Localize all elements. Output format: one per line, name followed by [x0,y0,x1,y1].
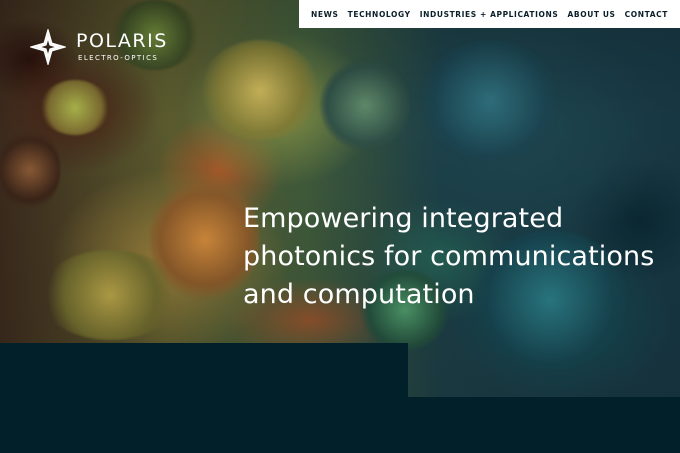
nav-item-industries-applications[interactable]: INDUSTRIES + APPLICATIONS [420,10,559,19]
nav-item-news[interactable]: NEWS [311,10,338,19]
nav-item-contact[interactable]: CONTACT [625,10,668,19]
polaris-logo-icon [30,29,66,65]
top-navigation: NEWS TECHNOLOGY INDUSTRIES + APPLICATION… [299,0,680,28]
page: POLARIS ELECTRO-OPTICS NEWS TECHNOLOGY I… [0,0,680,453]
hero-headline: Empowering integrated photonics for comm… [243,203,655,310]
nav-item-technology[interactable]: TECHNOLOGY [348,10,411,19]
logo-link[interactable]: POLARIS ELECTRO-OPTICS [30,29,168,65]
brand-name: POLARIS [76,30,168,52]
nav-item-about-us[interactable]: ABOUT US [568,10,616,19]
content-panel [0,343,408,453]
brand-tagline: ELECTRO-OPTICS [78,54,159,62]
